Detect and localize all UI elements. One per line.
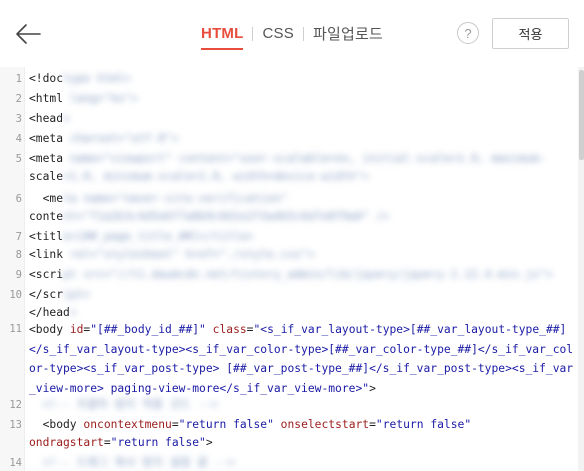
code-line-body: <body id="[##_body_id_##]" class="<s_if_…: [29, 323, 574, 395]
line-number: 10: [9, 289, 22, 301]
code-line: <!-- 드래그 복사 방지 설정 끝 -->: [29, 454, 235, 471]
tab-file-upload[interactable]: 파일업로드: [313, 23, 383, 44]
obscured-code: name="viewport" content="user-scalable=n…: [63, 152, 546, 165]
code-text: </head: [29, 306, 70, 319]
code-text: <html: [29, 92, 64, 105]
code-text: conte: [29, 210, 64, 223]
code-text: <titl: [29, 230, 64, 243]
code-line: <script src="//t1.daumcdn.net/tistory_ad…: [29, 266, 553, 284]
editor-header: HTML CSS 파일업로드 ? 적용: [0, 0, 584, 68]
line-number: 1: [15, 73, 22, 85]
line-number: 13: [9, 419, 22, 431]
scrollbar-thumb[interactable]: [579, 70, 584, 160]
code-line: <head>: [29, 110, 70, 128]
code-line: <meta name="viewport" content="user-scal…: [29, 150, 546, 168]
obscured-code: ta name="naver-site-verification": [63, 192, 288, 205]
code-text: <meta: [29, 132, 64, 145]
code-line: <html lang="ko">: [29, 90, 138, 108]
code-text: <scri: [29, 268, 64, 281]
obscured-code: charset="utf-8">: [63, 132, 179, 145]
line-number: 5: [15, 153, 22, 165]
line-number: 12: [9, 399, 22, 411]
code-string: "return false": [375, 418, 472, 431]
code-attr: onselectstart: [273, 418, 370, 431]
code-line-wrap: content="f1a2b3c4d5e6f7a8b9c0d1e2f3a4b5c…: [29, 208, 389, 226]
code-text: <!doc: [29, 72, 64, 85]
obscured-code: >: [63, 112, 70, 125]
code-text: <meta: [29, 152, 64, 165]
code-text: <link: [29, 248, 64, 261]
line-number: 11: [9, 323, 22, 335]
line-number: 7: [15, 231, 22, 243]
obscured-code: <!-- 드래그 복사 방지 설정 끝 -->: [29, 456, 235, 469]
line-number: 2: [15, 93, 22, 105]
code-tag: <body: [29, 323, 70, 336]
obscured-code: ipt>: [63, 288, 91, 301]
line-number: 3: [15, 113, 22, 125]
obscured-code: =1.0, minimum-scale=1.0, width=device-wi…: [63, 170, 370, 183]
obscured-code: <!-- 우클릭 방지 적용 코드 -->: [29, 398, 218, 411]
code-line: </script>: [29, 286, 90, 304]
line-number: 6: [15, 193, 22, 205]
code-editor[interactable]: 1 2 3 4 5 6 7 8 9 10 11 12 13 14 <!docty…: [0, 67, 584, 471]
code-text: </scr: [29, 288, 64, 301]
obscured-code: lang="ko">: [63, 92, 138, 105]
obscured-code: nt="f1a2b3c4d5e6f7a8b9c0d1e2f3a4b5c6d7e8…: [63, 210, 390, 223]
question-mark-icon[interactable]: ?: [457, 22, 479, 44]
obscured-code: type html>: [63, 72, 132, 85]
line-number: 4: [15, 133, 22, 145]
code-line: <!doctype html>: [29, 70, 131, 88]
code-line-wrap: ondragstart="return false">: [29, 436, 213, 449]
code-line: <title>[##_page_title_##]</title>: [29, 228, 253, 246]
line-number: 14: [9, 457, 22, 469]
code-line: <body oncontextmenu="return false" onsel…: [29, 418, 472, 431]
code-line: <meta name="naver-site-verification": [29, 190, 288, 208]
code-attr: class: [205, 323, 247, 336]
code-tag: >: [205, 436, 213, 449]
tab-html[interactable]: HTML: [201, 25, 244, 50]
obscured-code: e>[##_page_title_##]</title>: [63, 230, 254, 243]
apply-button[interactable]: 적용: [492, 18, 569, 49]
obscured-code: >: [69, 306, 77, 319]
tab-divider: [252, 26, 254, 41]
line-number: 8: [15, 249, 22, 261]
code-tag: >: [369, 381, 376, 395]
obscured-code: rel="stylesheet" href="./style.css">: [63, 248, 315, 261]
code-text: <me: [29, 192, 64, 205]
code-line-wrap: scale=1.0, minimum-scale=1.0, width=devi…: [29, 168, 369, 186]
code-attr: ondragstart: [29, 436, 104, 449]
code-string: "[##_body_id_##]": [90, 323, 206, 336]
code-line: <link rel="stylesheet" href="./style.css…: [29, 246, 315, 264]
tab-css[interactable]: CSS: [262, 25, 293, 42]
code-attr: id: [69, 323, 84, 336]
obscured-code: pt src="//t1.daumcdn.net/tistory_admin/l…: [63, 268, 553, 281]
code-text: <head: [29, 112, 64, 125]
code-tag: <body: [29, 418, 84, 431]
code-attr: oncontextmenu: [83, 418, 172, 431]
code-line: <meta charset="utf-8">: [29, 130, 179, 148]
code-string: "return false": [110, 436, 206, 449]
line-number: 9: [15, 269, 22, 281]
tab-divider: [302, 26, 304, 41]
code-text: scale: [29, 170, 64, 183]
code-string: "return false": [178, 418, 274, 431]
code-line: <!-- 우클릭 방지 적용 코드 -->: [29, 396, 218, 414]
